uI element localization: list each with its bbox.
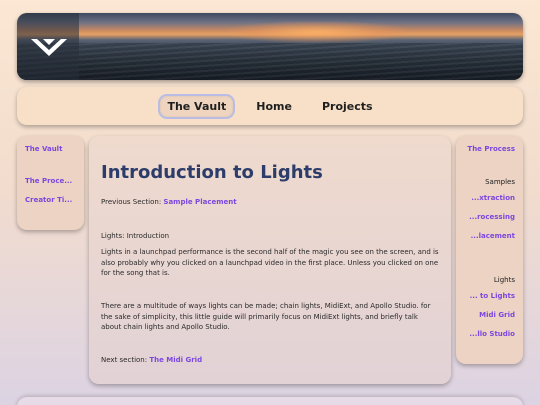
paragraph-intro: Lights in a launchpad performance is the… [101, 248, 439, 277]
right-sidebar-title[interactable]: The Process [467, 145, 515, 153]
nav-item-projects[interactable]: Projects [315, 96, 380, 117]
previous-section-label: Previous Section: [101, 198, 164, 206]
left-sidebar-title[interactable]: The Vault [25, 145, 62, 153]
right-sidebar-link-placement[interactable]: ...lacement [471, 232, 515, 240]
right-sidebar-link-extraction[interactable]: ...xtraction [471, 194, 515, 202]
banner-sea-image [17, 43, 523, 80]
left-sidebar: The Vault The Proce... Creator Ti... [17, 136, 84, 230]
section-subheading: Lights: Introduction [101, 232, 170, 240]
header-banner [17, 13, 523, 80]
sunset-glow [227, 21, 407, 43]
next-section-link[interactable]: The Midi Grid [149, 356, 202, 364]
right-sidebar-link-intro-lights[interactable]: ... to Lights [470, 292, 515, 300]
right-sidebar-group-lights: Lights [493, 276, 515, 284]
right-sidebar-link-midi-grid[interactable]: Midi Grid [479, 311, 515, 319]
left-sidebar-link-process[interactable]: The Proce... [25, 177, 72, 185]
nav-item-the-vault[interactable]: The Vault [160, 95, 234, 117]
left-sidebar-link-creator-tips[interactable]: Creator Ti... [25, 196, 72, 204]
main-content: Introduction to Lights Previous Section:… [89, 136, 451, 384]
right-sidebar-link-processing[interactable]: ...rocessing [469, 213, 515, 221]
right-sidebar-group-samples: Samples [485, 178, 515, 186]
page-title: Introduction to Lights [101, 162, 323, 183]
logo[interactable] [17, 13, 79, 80]
right-sidebar-link-apollo-studio[interactable]: ...llo Studio [469, 330, 515, 338]
footer [17, 397, 523, 405]
next-section-line: Next section: The Midi Grid [101, 355, 439, 366]
previous-section-link[interactable]: Sample Placement [163, 198, 236, 206]
chevron-v-logo-icon [31, 39, 67, 56]
next-section-label: Next section: [101, 356, 150, 364]
top-nav: The Vault Home Projects [17, 87, 523, 125]
nav-item-home[interactable]: Home [249, 96, 299, 117]
previous-section-line: Previous Section: Sample Placement [101, 197, 439, 208]
right-sidebar: The Process Samples ...xtraction ...roce… [456, 136, 523, 364]
paragraph-methods: There are a multitude of ways lights can… [101, 302, 431, 331]
